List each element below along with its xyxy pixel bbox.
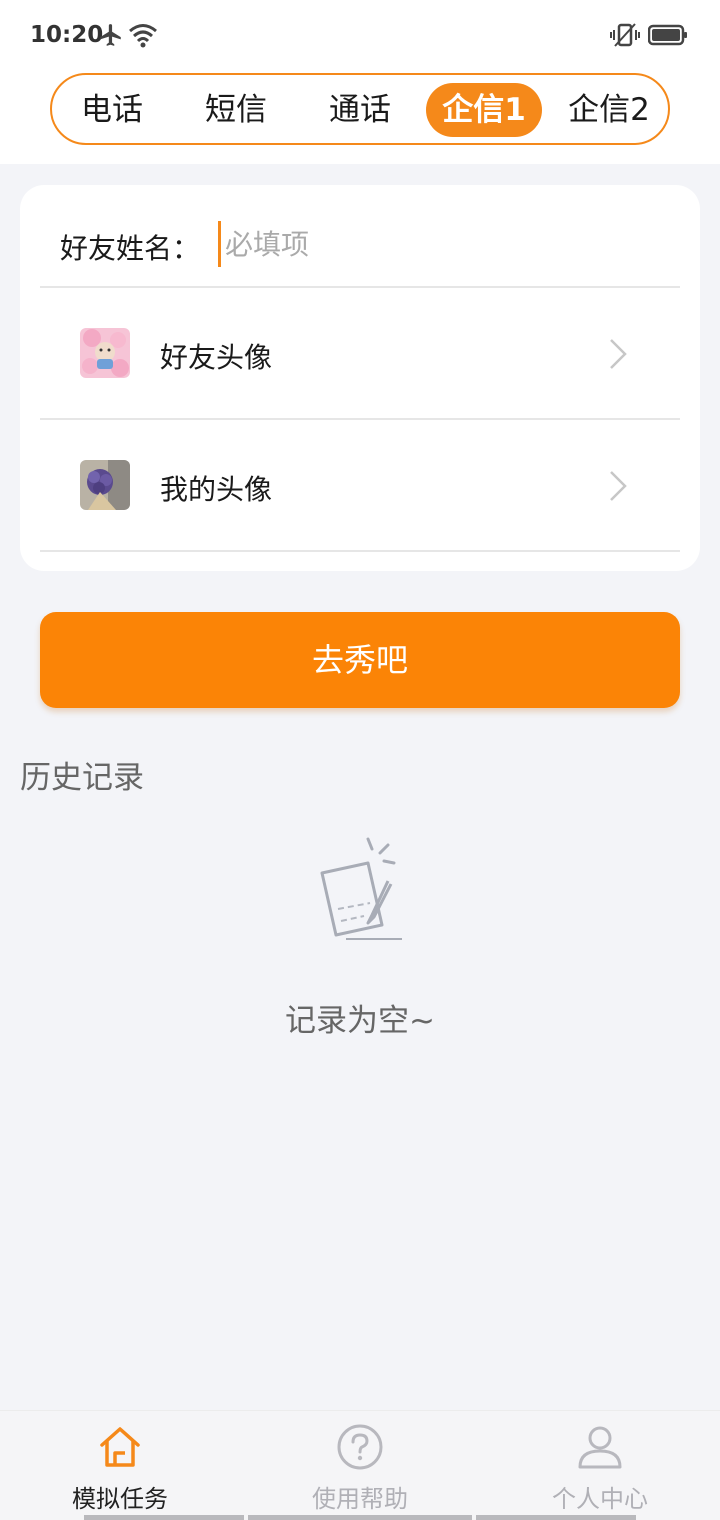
tab-enterprise-2[interactable]: 企信2 [556, 83, 662, 137]
tabbar-item-help[interactable]: 使用帮助 [240, 1411, 480, 1520]
my-avatar-image[interactable] [80, 460, 130, 510]
friend-avatar-row[interactable]: 好友头像 [40, 288, 680, 418]
person-icon [576, 1423, 624, 1475]
airplane-mode-icon [98, 22, 124, 52]
status-bar: 10:20 [0, 0, 720, 72]
friend-name-input[interactable] [218, 221, 658, 267]
my-avatar-label: 我的头像 [160, 473, 273, 506]
tabbar-item-tasks[interactable]: 模拟任务 [0, 1411, 240, 1520]
history-title: 历史记录 [20, 760, 144, 796]
wifi-icon [128, 22, 158, 52]
divider [40, 550, 680, 552]
header-area: 10:20 电话 短信 通话 企信1 企信2 [0, 0, 720, 164]
tab-enterprise-1[interactable]: 企信1 [426, 83, 542, 137]
empty-note-icon [310, 835, 410, 949]
nav-hint-bar [476, 1515, 636, 1520]
chevron-right-icon [608, 469, 628, 507]
friend-name-label: 好友姓名： [60, 232, 201, 265]
friend-avatar-image[interactable] [80, 328, 130, 378]
help-icon [336, 1423, 384, 1475]
my-avatar-row[interactable]: 我的头像 [40, 420, 680, 550]
tabbar-label-tasks: 模拟任务 [72, 1485, 168, 1513]
chevron-right-icon [608, 337, 628, 375]
go-show-button[interactable]: 去秀吧 [40, 612, 680, 708]
tabbar-label-help: 使用帮助 [312, 1485, 408, 1513]
friend-avatar-label: 好友头像 [160, 341, 273, 374]
status-time: 10:20 [30, 22, 104, 48]
tab-call[interactable]: 通话 [310, 83, 410, 137]
form-card: 好友姓名： 好友头像 [20, 185, 700, 571]
tab-phone[interactable]: 电话 [62, 83, 162, 137]
nav-hint-bar [248, 1515, 472, 1520]
tab-sms[interactable]: 短信 [186, 83, 286, 137]
tabbar-item-profile[interactable]: 个人中心 [480, 1411, 720, 1520]
tabbar-label-profile: 个人中心 [552, 1485, 648, 1513]
empty-history-text: 记录为空~ [285, 1003, 435, 1039]
mode-tabs: 电话 短信 通话 企信1 企信2 [50, 73, 670, 145]
bottom-tabbar: 模拟任务 使用帮助 个人中心 [0, 1410, 720, 1520]
battery-icon [647, 22, 688, 52]
nav-hint-bar [84, 1515, 244, 1520]
vibrate-icon [610, 22, 640, 52]
home-icon [96, 1423, 144, 1475]
